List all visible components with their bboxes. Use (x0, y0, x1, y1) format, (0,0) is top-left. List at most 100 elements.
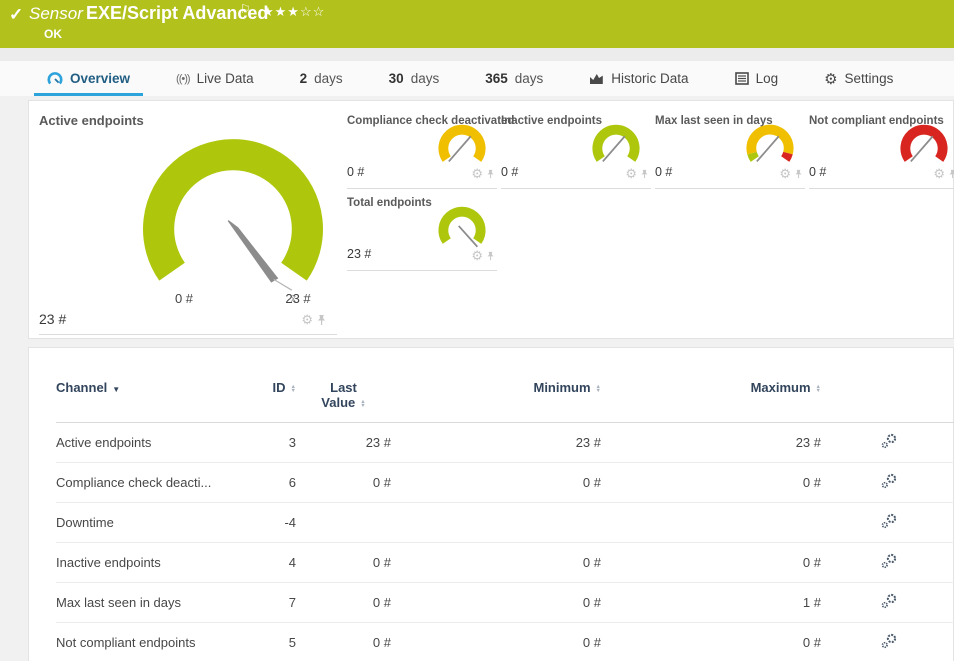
table-row-downtime[interactable]: Downtime -4 (56, 503, 954, 543)
panel-divider (501, 188, 651, 189)
channel-maximum: 0 # (601, 623, 821, 661)
channel-name[interactable]: Not compliant endpoints (56, 623, 246, 661)
log-list-icon (735, 72, 749, 85)
tab-live-data[interactable]: ((•)) Live Data (163, 61, 267, 96)
channels-table: Channel▼ ID▲▼ Last Value▲▼ Minimum▲▼ Max… (56, 374, 954, 661)
tab-30-days[interactable]: 30 days (376, 61, 453, 96)
panel-divider (347, 188, 497, 189)
edit-channel-cogs-icon[interactable] (880, 432, 898, 453)
gauge-current-value: 23 # (347, 247, 371, 261)
edit-channel-cogs-icon[interactable] (880, 512, 898, 533)
channel-name[interactable]: Downtime (56, 503, 246, 543)
channel-minimum: 0 # (391, 543, 601, 583)
gauge-settings-gear-icon[interactable]: ⚙ (933, 167, 945, 180)
channel-maximum: 1 # (601, 583, 821, 623)
table-row-active-endpoints[interactable]: Active endpoints 3 23 # 23 # 23 # (56, 423, 954, 463)
channel-name[interactable]: Inactive endpoints (56, 543, 246, 583)
gauge-settings-gear-icon[interactable]: ⚙ (471, 167, 483, 180)
channel-name[interactable]: Active endpoints (56, 423, 246, 463)
tab-2-days-unit: days (314, 71, 343, 86)
tab-settings-label: Settings (845, 71, 894, 86)
panel-divider (809, 188, 954, 189)
column-header-last-value[interactable]: Last Value▲▼ (296, 374, 391, 423)
pin-icon[interactable] (486, 169, 495, 179)
table-row-not-compliant[interactable]: Not compliant endpoints 5 0 # 0 # 0 # (56, 623, 954, 661)
tab-log[interactable]: Log (722, 61, 792, 96)
panel-divider (39, 334, 337, 335)
gauge-min-label: 0 # (175, 291, 193, 306)
gauge-panel-not-compliant: Not compliant endpoints 0 # ⚙ (809, 115, 954, 189)
column-header-minimum[interactable]: Minimum▲▼ (391, 374, 601, 423)
tab-overview[interactable]: Overview (34, 61, 143, 96)
gauge-settings-gear-icon[interactable]: ⚙ (471, 249, 483, 262)
active-endpoints-gauge: x̄ (113, 127, 353, 307)
tab-2-days-number: 2 (300, 71, 308, 86)
channel-minimum: 0 # (391, 463, 601, 503)
settings-gear-icon: ⚙ (824, 70, 837, 88)
pin-icon[interactable] (794, 169, 803, 179)
tab-365-days[interactable]: 365 days (472, 61, 556, 96)
broadcast-icon: ((•)) (176, 73, 190, 85)
tab-30-days-unit: days (411, 71, 440, 86)
area-chart-icon (589, 72, 604, 85)
column-header-last-label: Last (296, 380, 391, 395)
tab-gap-strip (0, 48, 954, 61)
column-header-value-label: Value (321, 395, 355, 410)
edit-channel-cogs-icon[interactable] (880, 552, 898, 573)
tab-2-days[interactable]: 2 days (287, 61, 356, 96)
sort-icon: ▲▼ (596, 385, 601, 393)
channel-last-value: 0 # (296, 583, 391, 623)
column-header-channel-label: Channel (56, 380, 107, 395)
channel-id: 6 (246, 463, 296, 503)
tab-overview-label: Overview (70, 71, 130, 86)
channel-last-value: 0 # (296, 623, 391, 661)
table-row-compliance-check[interactable]: Compliance check deacti... 6 0 # 0 # 0 # (56, 463, 954, 503)
pin-icon[interactable] (948, 169, 954, 179)
gauge-title: Active endpoints (39, 113, 144, 128)
gauge-panel-inactive-endpoints: Inactive endpoints 0 # ⚙ (501, 115, 651, 189)
table-row-inactive-endpoints[interactable]: Inactive endpoints 4 0 # 0 # 0 # (56, 543, 954, 583)
channel-id: 7 (246, 583, 296, 623)
column-header-id[interactable]: ID▲▼ (246, 374, 296, 423)
flag-icon[interactable]: ⚐ (240, 2, 251, 16)
tab-settings[interactable]: ⚙ Settings (811, 61, 906, 96)
tab-historic-data[interactable]: Historic Data (576, 61, 701, 96)
channel-minimum: 0 # (391, 583, 601, 623)
edit-channel-cogs-icon[interactable] (880, 632, 898, 653)
tab-bar: Overview ((•)) Live Data 2 days 30 days … (0, 61, 954, 96)
gauge-panel-total-endpoints: Total endpoints 23 # ⚙ (347, 197, 497, 271)
gauge-settings-gear-icon[interactable]: ⚙ (625, 167, 637, 180)
pin-icon[interactable] (640, 169, 649, 179)
gauge-current-value: 0 # (809, 165, 826, 179)
tab-historic-data-label: Historic Data (611, 71, 688, 86)
edit-channel-cogs-icon[interactable] (880, 472, 898, 493)
gauge-icon (47, 71, 63, 87)
sort-icon: ▲▼ (291, 385, 296, 393)
priority-stars[interactable]: ★★★☆☆ (262, 4, 325, 20)
pin-icon[interactable] (486, 251, 495, 261)
pin-icon[interactable] (316, 314, 327, 326)
tab-live-data-label: Live Data (197, 71, 254, 86)
gauge-settings-gear-icon[interactable]: ⚙ (779, 167, 791, 180)
column-header-channel[interactable]: Channel ▼ (56, 374, 246, 423)
gauge-current-value: 0 # (501, 165, 518, 179)
channel-name[interactable]: Compliance check deacti... (56, 463, 246, 503)
column-header-actions (821, 374, 954, 423)
channel-id: 3 (246, 423, 296, 463)
channel-minimum (391, 503, 601, 543)
channel-minimum: 23 # (391, 423, 601, 463)
table-row-max-last-seen[interactable]: Max last seen in days 7 0 # 0 # 1 # (56, 583, 954, 623)
gauge-settings-gear-icon[interactable]: ⚙ (301, 313, 313, 326)
tab-30-days-number: 30 (389, 71, 404, 86)
sorted-desc-icon: ▼ (112, 385, 120, 394)
channel-last-value: 0 # (296, 543, 391, 583)
channel-name[interactable]: Max last seen in days (56, 583, 246, 623)
channel-maximum: 0 # (601, 463, 821, 503)
channel-last-value: 0 # (296, 463, 391, 503)
channel-maximum: 23 # (601, 423, 821, 463)
gauge-title: Total endpoints (347, 197, 432, 209)
edit-channel-cogs-icon[interactable] (880, 592, 898, 613)
channels-table-card: Channel▼ ID▲▼ Last Value▲▼ Minimum▲▼ Max… (28, 347, 954, 661)
sensor-status-bar: ✓ Sensor EXE/Script Advanced ⚐ ★★★☆☆ OK (0, 0, 954, 48)
column-header-maximum[interactable]: Maximum▲▼ (601, 374, 821, 423)
